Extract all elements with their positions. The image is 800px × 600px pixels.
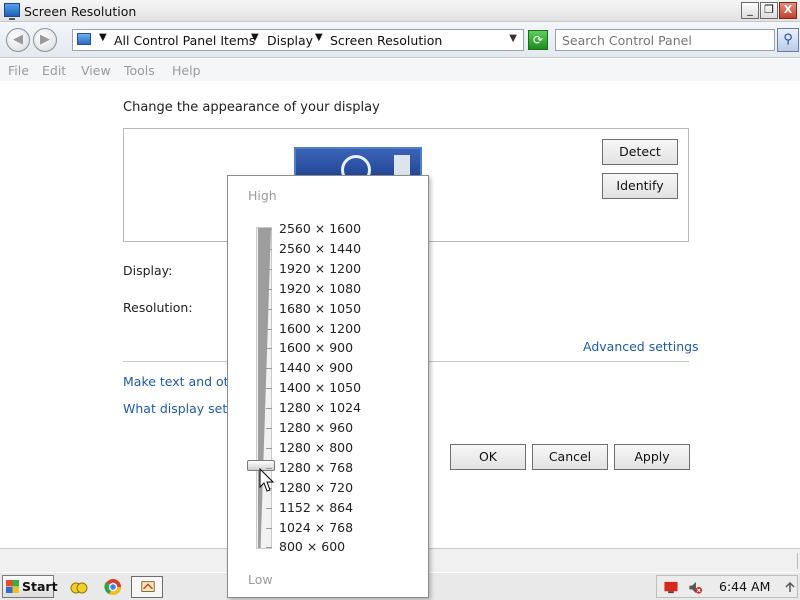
breadcrumb-all-control-panel-items[interactable]: All Control Panel Items [114,33,255,48]
menu-help[interactable]: Help [172,63,201,78]
back-button[interactable]: ◀ [6,28,30,52]
slider-tick [266,527,272,529]
slider-tick [266,388,272,390]
control-panel-icon [77,33,91,45]
resolution-option[interactable]: 1280 × 1024 [279,400,361,415]
menu-edit[interactable]: Edit [42,63,66,78]
menu-file[interactable]: File [8,63,29,78]
slider-tick [266,229,272,230]
display-settings-help-link[interactable]: What display setti [123,401,236,416]
advanced-settings-link[interactable]: Advanced settings [583,339,699,354]
volume-muted-icon[interactable] [687,580,703,595]
resolution-option[interactable]: 1280 × 960 [279,420,353,435]
resolution-dropdown: High 2560 × 1600 2560 × 1440 1920 × 1200 19… [227,175,429,598]
minimize-button[interactable]: _ [741,2,759,19]
detect-button[interactable]: Detect [602,139,678,165]
navigation-bar: ◀ ▶ ▼ All Control Panel Items ▼ Display … [0,22,800,58]
text-size-link[interactable]: Make text and oth [123,374,237,389]
resolution-option[interactable]: 1152 × 864 [279,500,353,515]
resolution-label: Resolution: [123,300,193,315]
monitor-window-icon [394,155,410,177]
apply-button[interactable]: Apply [614,444,690,470]
high-label: High [248,188,277,203]
breadcrumb-screen-resolution[interactable]: Screen Resolution [330,33,442,48]
breadcrumb-separator-icon[interactable]: ▼ [99,32,107,43]
slider-tick [266,547,272,549]
address-bar[interactable]: ▼ All Control Panel Items ▼ Display ▼ Sc… [72,29,524,51]
magnifier-icon[interactable]: ⚲ [777,28,799,52]
resolution-option[interactable]: 1440 × 900 [279,360,353,375]
address-dropdown-icon[interactable]: ▼ [509,33,517,44]
resolution-option[interactable]: 2560 × 1600 [279,221,361,236]
windows-logo-icon [6,580,19,593]
slider-tick [266,308,272,310]
ok-button[interactable]: OK [450,444,526,470]
start-button[interactable]: Start [2,575,58,598]
resolution-option[interactable]: 1600 × 900 [279,340,353,355]
window-title: Screen Resolution [24,4,137,19]
slider-tick [266,428,272,429]
identify-button[interactable]: Identify [602,173,678,199]
resolution-option[interactable]: 1920 × 1080 [279,281,361,296]
resolution-option[interactable]: 1280 × 768 [279,460,353,475]
slider-tick [266,268,272,270]
messenger-icon[interactable] [70,578,88,596]
breadcrumb-separator-icon[interactable]: ▼ [315,32,323,43]
resolution-option[interactable]: 1920 × 1200 [279,261,361,276]
slider-tick [266,368,272,370]
menu-tools[interactable]: Tools [124,63,155,78]
close-button[interactable]: X [779,2,797,19]
show-desktop-icon[interactable] [784,581,796,593]
menu-bar: File Edit View Tools Help [0,59,800,81]
resolution-option[interactable]: 1024 × 768 [279,520,353,535]
network-icon[interactable] [663,580,679,595]
resolution-option[interactable]: 1680 × 1050 [279,301,361,316]
search-input[interactable] [555,29,775,51]
taskbar-app-screen-resolution[interactable] [131,576,163,598]
slider-tick [266,487,272,489]
display-label: Display: [123,263,173,278]
title-bar: Screen Resolution _ ❐ X [0,0,800,22]
resolution-slider-thumb[interactable] [247,460,275,471]
forward-button[interactable]: ▶ [33,28,57,52]
resolution-option[interactable]: 2560 × 1440 [279,241,361,256]
slider-tick [266,348,272,350]
low-label: Low [248,572,273,587]
menu-view[interactable]: View [81,63,111,78]
chrome-icon[interactable] [104,578,122,596]
resolution-option[interactable]: 1400 × 1050 [279,380,361,395]
clock[interactable]: 6:44 AM [719,579,770,594]
breadcrumb-display[interactable]: Display [267,33,313,48]
start-label: Start [22,579,58,594]
display-settings-icon [4,3,20,20]
slider-tick [266,248,272,250]
paint-icon [141,581,155,592]
resolution-option[interactable]: 1280 × 800 [279,440,353,455]
restore-button[interactable]: ❐ [760,2,778,19]
slider-tick [266,328,272,330]
slider-tick [266,447,272,449]
refresh-icon[interactable]: ⟳ [528,30,548,50]
slider-tick [266,288,272,290]
cancel-button[interactable]: Cancel [532,444,608,470]
breadcrumb-separator-icon[interactable]: ▼ [251,32,259,43]
resolution-option[interactable]: 1280 × 720 [279,480,353,495]
resolution-option[interactable]: 800 × 600 [279,539,345,554]
page-heading: Change the appearance of your display [123,100,380,115]
slider-tick [266,408,272,410]
slider-tick [266,507,272,509]
resolution-option[interactable]: 1600 × 1200 [279,321,361,336]
slider-tick [266,467,272,469]
